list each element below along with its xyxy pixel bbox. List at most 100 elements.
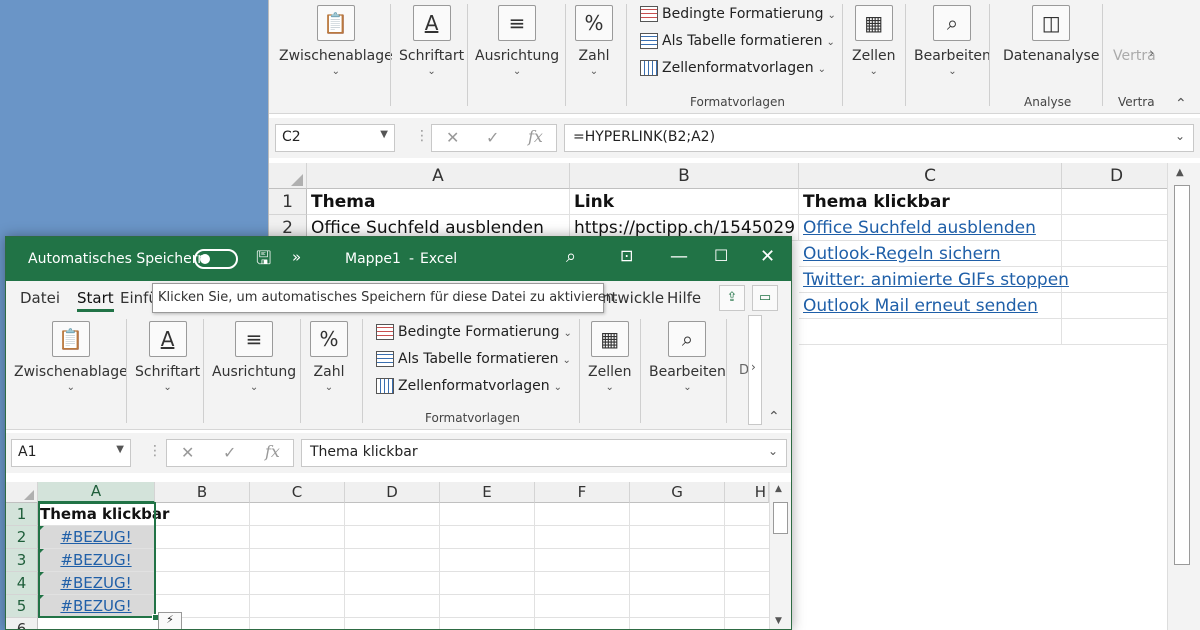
share-icon[interactable]: ⇪ <box>719 285 745 311</box>
row-header-4[interactable]: 4 <box>6 572 38 595</box>
back-font-button[interactable]: A Schriftart ⌄ <box>399 5 464 77</box>
scroll-thumb[interactable] <box>773 502 788 534</box>
back-number-button[interactable]: % Zahl ⌄ <box>575 5 613 77</box>
collapse-ribbon-icon[interactable]: ⌃ <box>768 409 780 425</box>
search-icon[interactable]: ⌕ <box>566 246 576 267</box>
back-cell-d4[interactable] <box>1062 267 1172 293</box>
as-table-button[interactable]: Als Tabelle formatieren ⌄ <box>376 351 571 367</box>
ribbon-display-icon[interactable]: ⊡ <box>620 246 633 265</box>
empty-cells-grid[interactable] <box>155 503 769 629</box>
back-formula-text: =HYPERLINK(B2;A2) <box>573 129 716 145</box>
number-button[interactable]: % Zahl ⌄ <box>310 321 348 393</box>
cell-a3[interactable]: #BEZUG! <box>38 549 155 572</box>
back-edit-button[interactable]: ⌕ Bearbeiten ⌄ <box>914 5 991 77</box>
close-icon[interactable]: ✕ <box>760 246 775 267</box>
back-cell-c6[interactable] <box>799 319 1062 345</box>
back-cell-a1[interactable]: Thema <box>307 189 570 215</box>
edit-button[interactable]: ⌕ Bearbeiten ⌄ <box>649 321 726 393</box>
cell-styles-button[interactable]: Zellenformatvorlagen ⌄ <box>376 378 562 394</box>
back-cells-button[interactable]: ▦ Zellen ⌄ <box>852 5 895 77</box>
back-column-header-c[interactable]: C <box>799 163 1062 189</box>
cond-format-button[interactable]: Bedingte Formatierung ⌄ <box>376 324 572 340</box>
back-cell-d5[interactable] <box>1062 293 1172 319</box>
font-button[interactable]: A Schriftart ⌄ <box>135 321 200 393</box>
formula-text: Thema klickbar <box>310 444 418 460</box>
cells-button[interactable]: ▦ Zellen ⌄ <box>588 321 631 393</box>
ribbon-scroll-area[interactable]: › <box>748 315 762 425</box>
row-header-5[interactable]: 5 <box>6 595 38 618</box>
confirm-icon[interactable]: ✓ <box>223 443 236 462</box>
alignment-button[interactable]: ≡ Ausrichtung ⌄ <box>212 321 296 393</box>
insert-function-icon[interactable]: fx <box>265 442 280 461</box>
back-cell-c5[interactable]: Outlook Mail erneut senden <box>799 293 1062 319</box>
scroll-up-icon[interactable]: ▲ <box>775 484 782 494</box>
back-cell-c3[interactable]: Outlook-Regeln sichern <box>799 241 1062 267</box>
row-header-6[interactable]: 6 <box>6 618 38 629</box>
back-alignment-button[interactable]: ≡ Ausrichtung ⌄ <box>475 5 559 77</box>
ribbon-scroll-right-icon[interactable]: › <box>751 360 756 374</box>
row-header-1[interactable]: 1 <box>6 503 38 526</box>
select-all-corner[interactable] <box>269 163 307 189</box>
save-icon[interactable]: 🖫 <box>256 246 271 276</box>
back-cell-styles-button[interactable]: Zellenformatvorlagen ⌄ <box>640 60 826 76</box>
cancel-icon[interactable]: ✕ <box>446 128 459 147</box>
scroll-up-icon[interactable]: ▲ <box>1176 167 1184 178</box>
tab-hilfe[interactable]: Hilfe <box>667 289 701 307</box>
column-header-a[interactable]: A <box>38 482 155 503</box>
cell-a4[interactable]: #BEZUG! <box>38 572 155 595</box>
back-vertical-scrollbar[interactable]: ▲ <box>1167 163 1200 630</box>
cell-a5[interactable]: #BEZUG! <box>38 595 155 618</box>
column-header-f[interactable]: F <box>535 482 630 503</box>
back-cell-d6[interactable] <box>1062 319 1172 345</box>
column-header-c[interactable]: C <box>250 482 345 503</box>
back-column-header-a[interactable]: A <box>307 163 570 189</box>
more-commands-icon[interactable]: » <box>292 248 301 266</box>
row-header-3[interactable]: 3 <box>6 549 38 572</box>
insert-function-icon[interactable]: fx <box>528 127 543 146</box>
back-cell-b1[interactable]: Link <box>570 189 799 215</box>
cancel-icon[interactable]: ✕ <box>181 443 194 462</box>
column-header-b[interactable]: B <box>155 482 250 503</box>
tab-datei[interactable]: Datei <box>20 289 60 307</box>
back-data-analysis-button[interactable]: ◫ Datenanalyse <box>1003 5 1099 64</box>
name-box[interactable]: A1 ▼ <box>11 439 131 467</box>
clipboard-button[interactable]: 📋 Zwischenablage ⌄ <box>14 321 128 393</box>
back-cell-c4[interactable]: Twitter: animierte GIFs stoppen <box>799 267 1069 293</box>
scroll-down-icon[interactable]: ▼ <box>775 616 782 626</box>
back-name-box[interactable]: C2 ▼ <box>275 124 395 152</box>
back-cell-c2[interactable]: Office Suchfeld ausblenden <box>799 215 1062 241</box>
column-header-h[interactable]: H <box>725 482 769 503</box>
back-clipboard-button[interactable]: 📋 Zwischenablage ⌄ <box>279 5 393 77</box>
vertical-scrollbar[interactable]: ▲ ▼ <box>769 482 791 629</box>
quick-analysis-icon[interactable]: ⚡ <box>158 612 182 629</box>
app-name: Excel <box>420 251 458 267</box>
comments-icon[interactable]: ▭ <box>752 285 778 311</box>
back-as-table-button[interactable]: Als Tabelle formatieren ⌄ <box>640 33 835 49</box>
back-row-header-1[interactable]: 1 <box>269 189 307 215</box>
autosave-toggle[interactable] <box>194 249 238 269</box>
column-header-e[interactable]: E <box>440 482 535 503</box>
tab-start[interactable]: Start <box>77 289 114 312</box>
row-header-2[interactable]: 2 <box>6 526 38 549</box>
back-cond-format-button[interactable]: Bedingte Formatierung ⌄ <box>640 6 836 22</box>
divider <box>467 4 468 106</box>
cell-a2[interactable]: #BEZUG! <box>38 526 155 549</box>
back-formula-input[interactable]: =HYPERLINK(B2;A2) ⌄ <box>564 124 1194 152</box>
back-cell-c1[interactable]: Thema klickbar <box>799 189 1062 215</box>
ribbon-scroll-right-icon[interactable]: › <box>1149 46 1154 61</box>
back-cell-d2[interactable] <box>1062 215 1172 241</box>
collapse-ribbon-icon[interactable]: ⌃ <box>1175 96 1187 112</box>
confirm-icon[interactable]: ✓ <box>486 128 499 147</box>
minimize-icon[interactable]: — <box>670 246 688 267</box>
column-header-g[interactable]: G <box>630 482 725 503</box>
formula-input[interactable]: Thema klickbar ⌄ <box>301 439 787 467</box>
back-cell-d1[interactable] <box>1062 189 1172 215</box>
back-column-header-b[interactable]: B <box>570 163 799 189</box>
maximize-icon[interactable]: ☐ <box>714 246 728 265</box>
cell-a1[interactable]: Thema klickbar <box>38 503 169 526</box>
select-all-corner[interactable] <box>6 482 38 503</box>
back-column-header-d[interactable]: D <box>1062 163 1172 189</box>
column-header-d[interactable]: D <box>345 482 440 503</box>
back-scroll-thumb[interactable] <box>1174 185 1190 565</box>
back-cell-d3[interactable] <box>1062 241 1172 267</box>
